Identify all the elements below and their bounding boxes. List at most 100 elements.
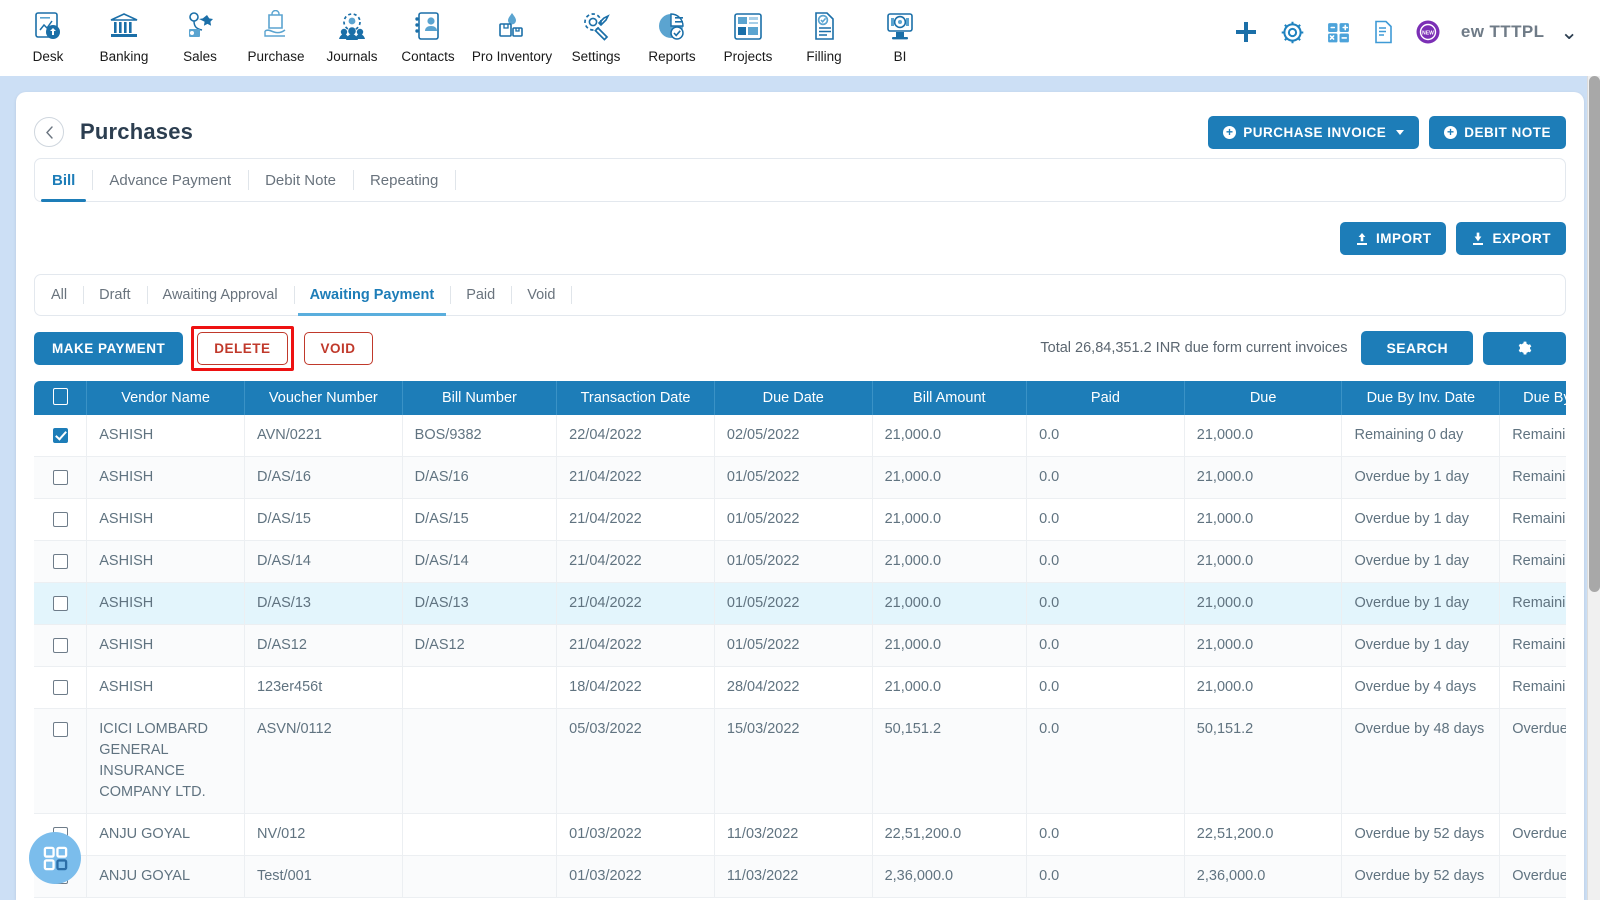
bulk-action-row: MAKE PAYMENT DELETE VOID Total 26,84,351…	[34, 325, 1566, 371]
nav-item-pro-inventory[interactable]: Pro Inventory	[466, 4, 558, 64]
column-header-voucher-number[interactable]: Voucher Number	[244, 381, 403, 415]
row-select-cell[interactable]	[34, 541, 88, 584]
status-tab-draft[interactable]: Draft	[83, 275, 146, 315]
row-checkbox[interactable]	[52, 553, 68, 569]
table-row[interactable]: ANJU GOYAL NV/012 01/03/2022 11/03/2022 22,5…	[34, 814, 1566, 857]
table-row[interactable]: ASHISH D/AS12 D/AS12 21/04/2022 01/05/2022 21…	[34, 625, 1566, 668]
column-header-vendor-name[interactable]: Vendor Name	[87, 381, 245, 415]
nav-item-label: Banking	[99, 49, 149, 64]
row-checkbox[interactable]	[52, 679, 68, 695]
bill-amount-cell: 22,51,200.0	[872, 814, 1028, 857]
nav-item-filling[interactable]: Filling	[786, 4, 862, 64]
purchase-invoice-button[interactable]: + PURCHASE INVOICE	[1208, 115, 1420, 149]
due-cell: 22,51,200.0	[1184, 814, 1343, 857]
bill-number-cell: D/AS/16	[402, 457, 558, 500]
row-select-cell[interactable]	[34, 709, 88, 815]
nav-item-journals[interactable]: Journals	[314, 4, 390, 64]
row-checkbox[interactable]	[52, 469, 68, 485]
row-checkbox[interactable]	[52, 427, 68, 443]
tab-debit-note[interactable]: Debit Note	[248, 159, 353, 201]
row-checkbox[interactable]	[52, 637, 68, 653]
vendor-name-cell[interactable]: ASHISH	[87, 667, 245, 710]
bill-number-cell: D/AS/13	[402, 583, 558, 626]
table-row[interactable]: ANJU GOYAL Test/001 01/03/2022 11/03/2022 2,…	[34, 856, 1566, 899]
table-row[interactable]: ICICI LOMBARD GENERAL INSURANCE COMPANY …	[34, 709, 1566, 815]
select-all-header[interactable]	[34, 381, 88, 415]
column-header-due-by-inv-date[interactable]: Due By Inv. Date	[1342, 381, 1501, 415]
nav-item-purchase[interactable]: Purchase	[238, 4, 314, 64]
back-button[interactable]	[34, 117, 64, 147]
row-checkbox[interactable]	[52, 595, 68, 611]
tab-advance-payment[interactable]: Advance Payment	[92, 159, 248, 201]
row-select-cell[interactable]	[34, 457, 88, 500]
column-header-transaction-date[interactable]: Transaction Date	[557, 381, 715, 415]
status-tab-all[interactable]: All	[35, 275, 83, 315]
table-row[interactable]: ASHISH D/AS/14 D/AS/14 21/04/2022 01/05/2022…	[34, 541, 1566, 584]
vendor-name-cell[interactable]: ASHISH	[87, 583, 245, 626]
add-plus-icon[interactable]	[1233, 19, 1259, 45]
nav-item-contacts[interactable]: Contacts	[390, 4, 466, 64]
column-header-due[interactable]: Due	[1184, 381, 1343, 415]
row-select-cell[interactable]	[34, 499, 88, 542]
table-row[interactable]: ASHISH D/AS/13 D/AS/13 21/04/2022 01/05/2022…	[34, 583, 1566, 626]
vendor-name-cell[interactable]: ANJU GOYAL	[87, 814, 245, 857]
calculator-icon[interactable]	[1326, 20, 1351, 45]
row-checkbox[interactable]	[52, 511, 68, 527]
vendor-name-cell[interactable]: ASHISH	[87, 415, 245, 458]
chevron-down-icon	[1396, 129, 1405, 135]
status-tab-void[interactable]: Void	[511, 275, 571, 315]
column-header-paid[interactable]: Paid	[1027, 381, 1185, 415]
vendor-name-cell[interactable]: ASHISH	[87, 499, 245, 542]
nav-item-banking[interactable]: Banking	[86, 4, 162, 64]
column-header-due-by-due-date[interactable]: Due By Due Date	[1500, 381, 1566, 415]
tab-label: Debit Note	[265, 171, 336, 189]
page-scrollbar[interactable]	[1587, 76, 1600, 900]
nav-item-projects[interactable]: Projects	[710, 4, 786, 64]
scrollbar-thumb[interactable]	[1589, 76, 1600, 592]
row-select-cell[interactable]	[34, 415, 88, 458]
row-select-cell[interactable]	[34, 667, 88, 710]
nav-item-sales[interactable]: Sales	[162, 4, 238, 64]
due-by-due-date-cell: Overdue by 42 days	[1500, 814, 1566, 857]
settings-gear-button[interactable]	[1483, 331, 1566, 365]
search-button[interactable]: SEARCH	[1361, 331, 1473, 365]
column-header-bill-amount[interactable]: Bill Amount	[872, 381, 1028, 415]
export-button[interactable]: EXPORT	[1456, 222, 1566, 255]
tab-bill[interactable]: Bill	[35, 159, 92, 202]
nav-item-reports[interactable]: Reports	[634, 4, 710, 64]
apps-launcher-button[interactable]	[29, 832, 81, 884]
nav-item-bi[interactable]: BI	[862, 4, 938, 64]
row-select-cell[interactable]	[34, 625, 88, 668]
due-date-cell: 11/03/2022	[714, 814, 873, 857]
vendor-name-cell[interactable]: ASHISH	[87, 541, 245, 584]
row-checkbox[interactable]	[52, 721, 68, 737]
nav-item-settings[interactable]: Settings	[558, 4, 634, 64]
tab-repeating[interactable]: Repeating	[352, 159, 455, 201]
import-button[interactable]: IMPORT	[1339, 222, 1447, 255]
column-header-bill-number[interactable]: Bill Number	[402, 381, 558, 415]
gear-icon[interactable]	[1279, 19, 1306, 46]
vendor-name-cell[interactable]: ICICI LOMBARD GENERAL INSURANCE COMPANY …	[87, 709, 245, 815]
delete-button[interactable]: DELETE	[197, 331, 288, 365]
status-tab-awaiting-approval[interactable]: Awaiting Approval	[146, 275, 294, 315]
column-header-due-date[interactable]: Due Date	[714, 381, 873, 415]
new-badge-icon[interactable]: NEW	[1415, 19, 1441, 45]
vendor-name-cell[interactable]: ASHISH	[87, 457, 245, 500]
table-row[interactable]: ASHISH D/AS/16 D/AS/16 21/04/2022 01/05/2022…	[34, 457, 1566, 500]
status-tab-awaiting-payment[interactable]: Awaiting Payment	[293, 275, 451, 316]
table-row[interactable]: ASHISH 123er456t 18/04/2022 28/04/2022 21,00…	[34, 667, 1566, 710]
table-row[interactable]: ASHISH AVN/0221 BOS/9382 22/04/2022 02/05/20…	[34, 415, 1566, 458]
debit-note-button[interactable]: + DEBIT NOTE	[1429, 115, 1566, 149]
select-all-checkbox[interactable]	[52, 387, 68, 405]
table-row[interactable]: ASHISH D/AS/15 D/AS/15 21/04/2022 01/05/2022…	[34, 499, 1566, 542]
notes-icon[interactable]	[1371, 19, 1395, 45]
vendor-name-cell[interactable]: ANJU GOYAL	[87, 856, 245, 899]
row-select-cell[interactable]	[34, 583, 88, 626]
nav-item-desk[interactable]: Desk	[10, 4, 86, 64]
chevron-down-icon[interactable]: ⌄	[1560, 22, 1578, 43]
apps-grid-icon	[43, 846, 67, 870]
vendor-name-cell[interactable]: ASHISH	[87, 625, 245, 668]
void-button[interactable]: VOID	[303, 331, 373, 365]
status-tab-paid[interactable]: Paid	[450, 275, 511, 315]
make-payment-button[interactable]: MAKE PAYMENT	[34, 331, 184, 365]
